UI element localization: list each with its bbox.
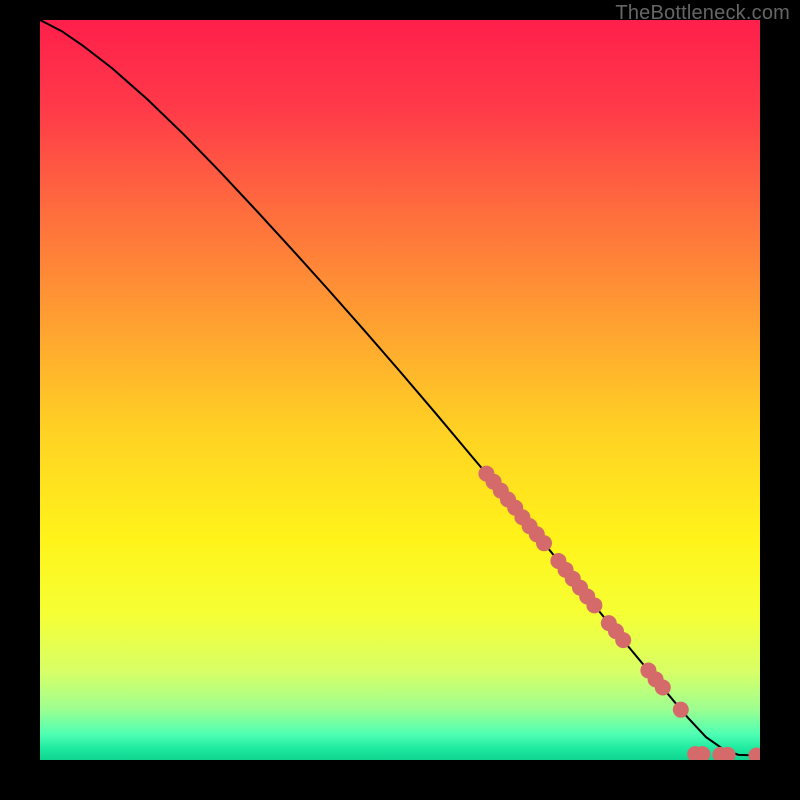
marker-dot [655,679,671,695]
watermark-text: TheBottleneck.com [615,2,790,25]
marker-dot [673,702,689,718]
plot-svg [40,20,760,760]
plot-area [40,20,760,760]
plot-background [40,20,760,760]
marker-dot [615,632,631,648]
chart-stage: TheBottleneck.com [0,0,800,800]
marker-dot [586,597,602,613]
marker-dot [536,535,552,551]
